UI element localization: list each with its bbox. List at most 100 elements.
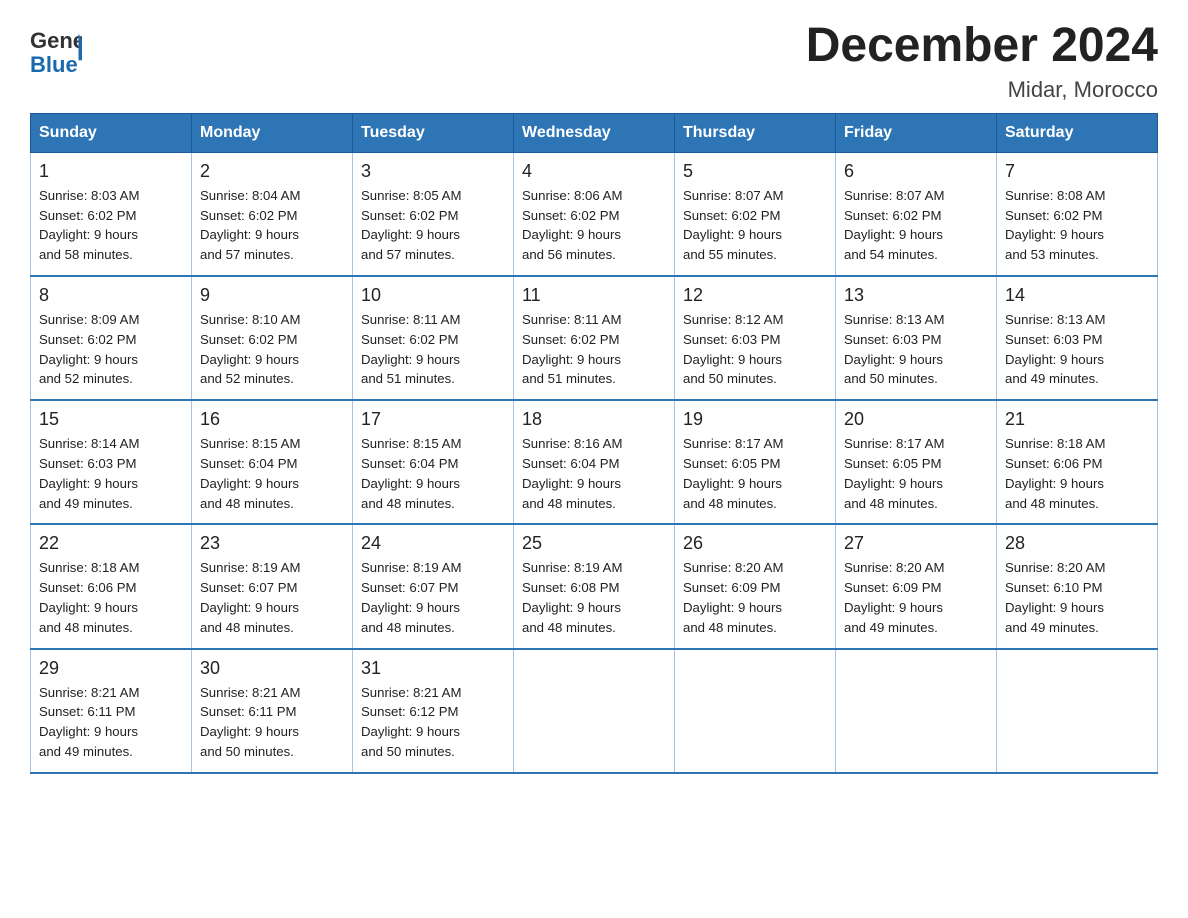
calendar-cell [675, 649, 836, 773]
day-info: Sunrise: 8:13 AMSunset: 6:03 PMDaylight:… [1005, 312, 1105, 386]
calendar-cell: 11 Sunrise: 8:11 AMSunset: 6:02 PMDaylig… [514, 276, 675, 400]
day-number: 10 [361, 285, 505, 306]
day-info: Sunrise: 8:17 AMSunset: 6:05 PMDaylight:… [683, 436, 783, 510]
day-info: Sunrise: 8:07 AMSunset: 6:02 PMDaylight:… [844, 188, 944, 262]
day-number: 14 [1005, 285, 1149, 306]
day-info: Sunrise: 8:21 AMSunset: 6:11 PMDaylight:… [200, 685, 300, 759]
calendar-cell: 23 Sunrise: 8:19 AMSunset: 6:07 PMDaylig… [192, 524, 353, 648]
day-info: Sunrise: 8:19 AMSunset: 6:07 PMDaylight:… [200, 560, 300, 634]
day-info: Sunrise: 8:18 AMSunset: 6:06 PMDaylight:… [39, 560, 139, 634]
day-number: 31 [361, 658, 505, 679]
day-info: Sunrise: 8:15 AMSunset: 6:04 PMDaylight:… [361, 436, 461, 510]
column-header-tuesday: Tuesday [353, 113, 514, 152]
day-number: 6 [844, 161, 988, 182]
calendar-cell [514, 649, 675, 773]
calendar-cell: 24 Sunrise: 8:19 AMSunset: 6:07 PMDaylig… [353, 524, 514, 648]
day-info: Sunrise: 8:19 AMSunset: 6:07 PMDaylight:… [361, 560, 461, 634]
day-info: Sunrise: 8:19 AMSunset: 6:08 PMDaylight:… [522, 560, 622, 634]
calendar-cell: 9 Sunrise: 8:10 AMSunset: 6:02 PMDayligh… [192, 276, 353, 400]
day-number: 2 [200, 161, 344, 182]
day-number: 3 [361, 161, 505, 182]
day-info: Sunrise: 8:03 AMSunset: 6:02 PMDaylight:… [39, 188, 139, 262]
day-info: Sunrise: 8:18 AMSunset: 6:06 PMDaylight:… [1005, 436, 1105, 510]
month-title: December 2024 [806, 20, 1158, 73]
week-row-5: 29 Sunrise: 8:21 AMSunset: 6:11 PMDaylig… [31, 649, 1158, 773]
week-row-3: 15 Sunrise: 8:14 AMSunset: 6:03 PMDaylig… [31, 400, 1158, 524]
day-info: Sunrise: 8:15 AMSunset: 6:04 PMDaylight:… [200, 436, 300, 510]
day-number: 4 [522, 161, 666, 182]
day-info: Sunrise: 8:13 AMSunset: 6:03 PMDaylight:… [844, 312, 944, 386]
day-info: Sunrise: 8:21 AMSunset: 6:11 PMDaylight:… [39, 685, 139, 759]
day-number: 28 [1005, 533, 1149, 554]
day-info: Sunrise: 8:09 AMSunset: 6:02 PMDaylight:… [39, 312, 139, 386]
calendar-cell [836, 649, 997, 773]
logo-svg: General Blue [30, 20, 82, 80]
calendar-cell [997, 649, 1158, 773]
column-header-sunday: Sunday [31, 113, 192, 152]
column-header-friday: Friday [836, 113, 997, 152]
day-number: 17 [361, 409, 505, 430]
day-info: Sunrise: 8:12 AMSunset: 6:03 PMDaylight:… [683, 312, 783, 386]
day-number: 15 [39, 409, 183, 430]
column-header-wednesday: Wednesday [514, 113, 675, 152]
calendar-cell: 31 Sunrise: 8:21 AMSunset: 6:12 PMDaylig… [353, 649, 514, 773]
day-number: 18 [522, 409, 666, 430]
day-number: 9 [200, 285, 344, 306]
calendar-cell: 28 Sunrise: 8:20 AMSunset: 6:10 PMDaylig… [997, 524, 1158, 648]
day-number: 29 [39, 658, 183, 679]
calendar-cell: 16 Sunrise: 8:15 AMSunset: 6:04 PMDaylig… [192, 400, 353, 524]
day-info: Sunrise: 8:06 AMSunset: 6:02 PMDaylight:… [522, 188, 622, 262]
calendar-cell: 15 Sunrise: 8:14 AMSunset: 6:03 PMDaylig… [31, 400, 192, 524]
day-number: 11 [522, 285, 666, 306]
calendar-cell: 27 Sunrise: 8:20 AMSunset: 6:09 PMDaylig… [836, 524, 997, 648]
calendar-cell: 25 Sunrise: 8:19 AMSunset: 6:08 PMDaylig… [514, 524, 675, 648]
day-number: 30 [200, 658, 344, 679]
day-number: 12 [683, 285, 827, 306]
calendar-cell: 2 Sunrise: 8:04 AMSunset: 6:02 PMDayligh… [192, 152, 353, 276]
calendar-cell: 30 Sunrise: 8:21 AMSunset: 6:11 PMDaylig… [192, 649, 353, 773]
week-row-2: 8 Sunrise: 8:09 AMSunset: 6:02 PMDayligh… [31, 276, 1158, 400]
day-number: 23 [200, 533, 344, 554]
calendar-cell: 10 Sunrise: 8:11 AMSunset: 6:02 PMDaylig… [353, 276, 514, 400]
calendar-cell: 5 Sunrise: 8:07 AMSunset: 6:02 PMDayligh… [675, 152, 836, 276]
calendar-cell: 3 Sunrise: 8:05 AMSunset: 6:02 PMDayligh… [353, 152, 514, 276]
day-info: Sunrise: 8:10 AMSunset: 6:02 PMDaylight:… [200, 312, 300, 386]
day-info: Sunrise: 8:17 AMSunset: 6:05 PMDaylight:… [844, 436, 944, 510]
day-number: 16 [200, 409, 344, 430]
calendar-cell: 19 Sunrise: 8:17 AMSunset: 6:05 PMDaylig… [675, 400, 836, 524]
calendar-cell: 8 Sunrise: 8:09 AMSunset: 6:02 PMDayligh… [31, 276, 192, 400]
day-number: 13 [844, 285, 988, 306]
day-info: Sunrise: 8:14 AMSunset: 6:03 PMDaylight:… [39, 436, 139, 510]
calendar-cell: 14 Sunrise: 8:13 AMSunset: 6:03 PMDaylig… [997, 276, 1158, 400]
calendar-cell: 1 Sunrise: 8:03 AMSunset: 6:02 PMDayligh… [31, 152, 192, 276]
day-info: Sunrise: 8:04 AMSunset: 6:02 PMDaylight:… [200, 188, 300, 262]
header-row: SundayMondayTuesdayWednesdayThursdayFrid… [31, 113, 1158, 152]
calendar-cell: 7 Sunrise: 8:08 AMSunset: 6:02 PMDayligh… [997, 152, 1158, 276]
calendar-cell: 18 Sunrise: 8:16 AMSunset: 6:04 PMDaylig… [514, 400, 675, 524]
day-number: 8 [39, 285, 183, 306]
calendar-cell: 26 Sunrise: 8:20 AMSunset: 6:09 PMDaylig… [675, 524, 836, 648]
svg-text:Blue: Blue [30, 52, 78, 77]
column-header-monday: Monday [192, 113, 353, 152]
svg-text:General: General [30, 28, 82, 53]
column-header-saturday: Saturday [997, 113, 1158, 152]
calendar-cell: 21 Sunrise: 8:18 AMSunset: 6:06 PMDaylig… [997, 400, 1158, 524]
logo-icon: General Blue [30, 20, 82, 80]
day-number: 5 [683, 161, 827, 182]
day-info: Sunrise: 8:20 AMSunset: 6:10 PMDaylight:… [1005, 560, 1105, 634]
day-number: 25 [522, 533, 666, 554]
day-info: Sunrise: 8:11 AMSunset: 6:02 PMDaylight:… [522, 312, 621, 386]
calendar-cell: 12 Sunrise: 8:12 AMSunset: 6:03 PMDaylig… [675, 276, 836, 400]
calendar-header: SundayMondayTuesdayWednesdayThursdayFrid… [31, 113, 1158, 152]
day-number: 24 [361, 533, 505, 554]
calendar-cell: 6 Sunrise: 8:07 AMSunset: 6:02 PMDayligh… [836, 152, 997, 276]
day-info: Sunrise: 8:21 AMSunset: 6:12 PMDaylight:… [361, 685, 461, 759]
page-header: General Blue December 2024 Midar, Morocc… [30, 20, 1158, 103]
calendar-cell: 13 Sunrise: 8:13 AMSunset: 6:03 PMDaylig… [836, 276, 997, 400]
logo: General Blue [30, 20, 84, 80]
calendar-cell: 17 Sunrise: 8:15 AMSunset: 6:04 PMDaylig… [353, 400, 514, 524]
column-header-thursday: Thursday [675, 113, 836, 152]
day-info: Sunrise: 8:20 AMSunset: 6:09 PMDaylight:… [844, 560, 944, 634]
day-number: 1 [39, 161, 183, 182]
week-row-1: 1 Sunrise: 8:03 AMSunset: 6:02 PMDayligh… [31, 152, 1158, 276]
